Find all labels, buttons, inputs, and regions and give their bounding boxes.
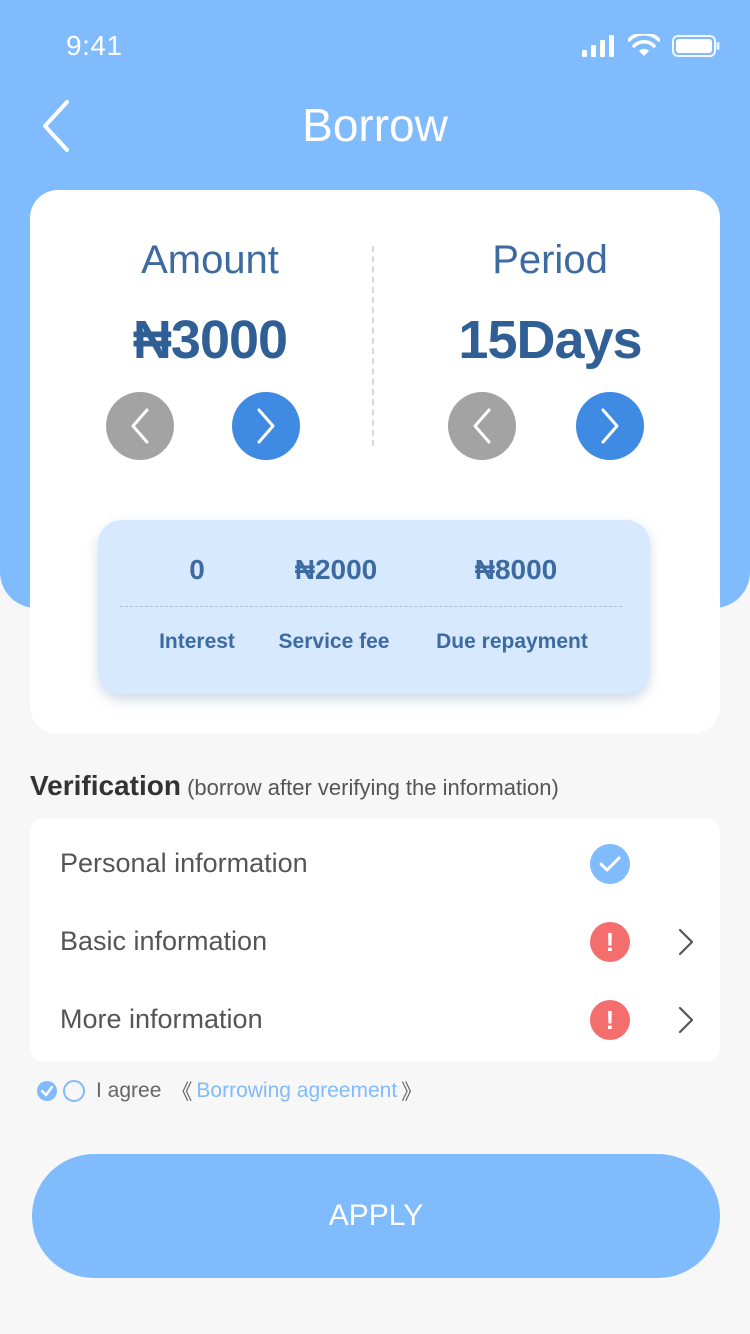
- agree-checkbox-checked[interactable]: [36, 1080, 58, 1102]
- amount-section: Amount ₦3000: [50, 238, 370, 371]
- chevron-right-icon: [678, 1006, 694, 1034]
- verification-item-more[interactable]: More information !: [30, 980, 720, 1058]
- verification-heading: Verification (borrow after verifying the…: [30, 770, 559, 802]
- borrowing-agreement-link[interactable]: Borrowing agreement: [196, 1079, 397, 1103]
- amount-increase-button[interactable]: [232, 392, 300, 460]
- status-time: 9:41: [66, 30, 123, 61]
- verification-item-label: Basic information: [60, 926, 268, 956]
- agreement-row: I agree 《 Borrowing agreement 》: [36, 1076, 422, 1106]
- period-section: Period 15Days: [390, 238, 710, 371]
- amount-value: ₦3000: [132, 310, 288, 370]
- verification-item-label: More information: [60, 1004, 263, 1034]
- chevron-right-icon: [257, 408, 275, 444]
- chevron-left-icon: [473, 408, 491, 444]
- service-fee-label: Service fee: [278, 630, 390, 653]
- summary-divider: [120, 606, 622, 607]
- verification-item-label: Personal information: [60, 848, 308, 878]
- wifi-icon: [628, 34, 660, 56]
- period-decrease-button[interactable]: [448, 392, 516, 460]
- loan-card: Amount ₦3000 Period 15Days 0 ₦2000 ₦8000…: [30, 190, 720, 734]
- navigation-bar: Borrow: [0, 90, 750, 170]
- service-fee-value: ₦2000: [294, 554, 378, 585]
- amount-decrease-button[interactable]: [106, 392, 174, 460]
- chevron-right-icon: [678, 928, 694, 956]
- status-bar: 9:41: [0, 0, 750, 90]
- verification-title: Verification: [30, 770, 181, 801]
- chevron-right-icon: [601, 408, 619, 444]
- interest-value: 0: [189, 554, 205, 585]
- apply-button[interactable]: APPLY: [32, 1154, 720, 1278]
- verification-subtitle: (borrow after verifying the information): [187, 775, 559, 800]
- period-label: Period: [492, 238, 608, 282]
- due-repayment-label: Due repayment: [436, 630, 588, 653]
- verification-item-personal[interactable]: Personal information: [30, 824, 720, 902]
- period-value: 15Days: [458, 310, 642, 370]
- check-circle-icon: [590, 844, 630, 884]
- period-increase-button[interactable]: [576, 392, 644, 460]
- page-title: Borrow: [302, 99, 448, 151]
- status-icons: [582, 34, 720, 58]
- signal-icon: [582, 35, 614, 57]
- amount-label: Amount: [141, 238, 279, 282]
- agreement-bracket-open: 《: [171, 1081, 193, 1104]
- loan-summary: 0 ₦2000 ₦8000 Interest Service fee Due r…: [98, 520, 650, 694]
- interest-label: Interest: [159, 630, 235, 653]
- agreement-bracket-close: 》: [401, 1081, 423, 1104]
- agree-text: I agree: [96, 1079, 162, 1102]
- chevron-left-icon: [131, 408, 149, 444]
- warning-circle-icon: !: [590, 1000, 630, 1040]
- due-repayment-value: ₦8000: [474, 554, 558, 585]
- battery-icon: [672, 35, 720, 57]
- agree-radio-empty[interactable]: [62, 1079, 86, 1103]
- warning-circle-icon: !: [590, 922, 630, 962]
- verification-list: Personal information Basic information !…: [30, 818, 720, 1062]
- section-divider: [372, 246, 374, 446]
- verification-item-basic[interactable]: Basic information !: [30, 902, 720, 980]
